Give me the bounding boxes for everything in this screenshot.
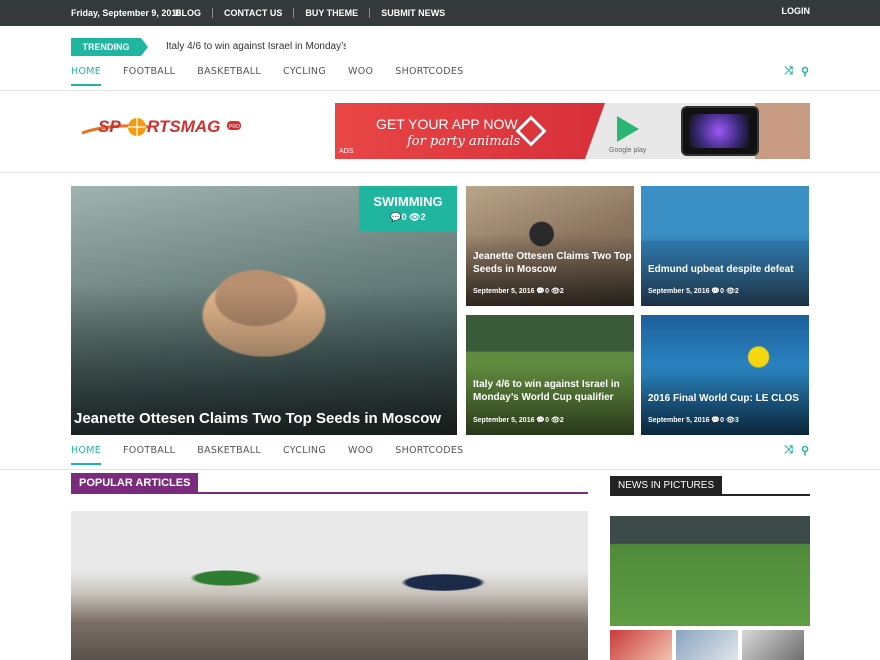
comment-count: 0 [401,212,407,222]
featured-post-1[interactable]: Jeanette Ottesen Claims Two Top Seeds in… [466,186,634,306]
news-picture-main[interactable] [610,516,810,626]
post-meta: September 5, 2016 💬0 👁3 [648,417,739,424]
trending-ticker[interactable]: Italy 4/6 to win against Israel in Monda… [166,41,346,55]
logo-graphic: SP RTSMAG PRO [81,117,241,136]
thumb-image [676,630,738,660]
comment-icon: 💬 [390,212,402,222]
nav-basketball[interactable]: BASKETBALL [197,66,261,86]
top-link-contact[interactable]: CONTACT US [212,8,293,18]
post-stats: 💬0 👁2 [359,212,457,223]
featured-big-title[interactable]: Jeanette Ottesen Claims Two Top Seeds in… [74,411,441,426]
login-link[interactable]: LOGIN [782,6,811,16]
top-link-submit-news[interactable]: SUBMIT NEWS [369,8,456,18]
cyclists-image [71,511,588,660]
ads-label: ADS [339,148,354,155]
post-meta: September 5, 2016 💬0 👁2 [648,288,739,295]
section-underline [610,494,810,496]
nav-home[interactable]: HOME [71,445,102,465]
ad-hand-image [755,103,810,159]
popular-article-image[interactable] [71,511,588,660]
top-link-buy-theme[interactable]: BUY THEME [293,8,369,18]
shuffle-icon[interactable]: ⤨ [784,444,793,457]
nav-icons: ⤨ ⚲ [784,65,809,78]
nav-shortcodes[interactable]: SHORTCODES [395,66,463,86]
post-title[interactable]: Edmund upbeat despite defeat [648,263,794,276]
main-nav: HOME FOOTBALL BASKETBALL CYCLING WOO SHO… [71,66,486,86]
search-icon[interactable]: ⚲ [801,65,809,78]
post-title[interactable]: 2016 Final World Cup: LE CLOS [648,392,799,405]
thumb-image [742,630,804,660]
post-meta: September 5, 2016 💬0 👁2 [473,417,564,424]
secondary-nav: HOME FOOTBALL BASKETBALL CYCLING WOO SHO… [71,445,486,465]
eye-icon: 👁 [409,212,421,222]
nav-basketball[interactable]: BASKETBALL [197,445,261,465]
thumb-image [610,630,672,660]
post-title[interactable]: Italy 4/6 to win against Israel in Monda… [473,378,634,404]
trending-label: TRENDING [71,38,148,56]
nav-woo[interactable]: WOO [348,66,373,86]
logo-text-right: RTSMAG [147,117,220,136]
view-count: 2 [420,212,426,222]
news-picture-thumb[interactable] [610,630,672,660]
current-date: Friday, September 9, 2016 [71,8,182,18]
search-icon[interactable]: ⚲ [801,444,809,457]
news-in-pictures-heading: NEWS IN PICTURES [610,476,723,496]
post-meta: September 5, 2016 💬0 👁2 [473,288,564,295]
ad-phone-image [681,106,759,156]
divider [0,172,880,173]
nav-football[interactable]: FOOTBALL [123,445,175,465]
top-link-blog[interactable]: BLOG [175,8,212,18]
nav-woo[interactable]: WOO [348,445,373,465]
ad-banner[interactable]: GET YOUR APP NOW for party animals ADS G… [335,103,810,159]
featured-post-3[interactable]: Italy 4/6 to win against Israel in Monda… [466,315,634,435]
post-title[interactable]: Jeanette Ottesen Claims Two Top Seeds in… [473,250,634,276]
featured-post-4[interactable]: 2016 Final World Cup: LE CLOS September … [641,315,809,435]
site-logo[interactable]: SP RTSMAG PRO [80,113,245,143]
nav-cycling[interactable]: CYCLING [283,445,326,465]
nav-shortcodes[interactable]: SHORTCODES [395,445,463,465]
google-play-label: Google play [609,147,647,154]
nav-home[interactable]: HOME [71,66,102,86]
divider [0,90,880,91]
soccer-image [610,516,810,626]
ad-headline: GET YOUR APP NOW [376,116,518,132]
featured-post-2[interactable]: Edmund upbeat despite defeat September 5… [641,186,809,306]
nav-cycling[interactable]: CYCLING [283,66,326,86]
nav-icons: ⤨ ⚲ [784,444,809,457]
top-links: BLOG CONTACT US BUY THEME SUBMIT NEWS [175,8,456,18]
ad-tagline: for party animals [407,134,521,149]
news-picture-thumb[interactable] [742,630,804,660]
nav-football[interactable]: FOOTBALL [123,66,175,86]
logo-badge: PRO [229,124,240,130]
top-bar: Friday, September 9, 2016 BLOG CONTACT U… [0,0,880,26]
google-play-icon [617,116,639,142]
shuffle-icon[interactable]: ⤨ [784,65,793,78]
section-underline [71,492,588,494]
popular-articles-heading: POPULAR ARTICLES [71,473,199,493]
logo-text-left: SP [98,117,121,136]
category-badge[interactable]: SWIMMING 💬0 👁2 [359,186,457,231]
divider [0,469,880,470]
category-name: SWIMMING [373,194,443,209]
news-picture-thumb[interactable] [676,630,738,660]
